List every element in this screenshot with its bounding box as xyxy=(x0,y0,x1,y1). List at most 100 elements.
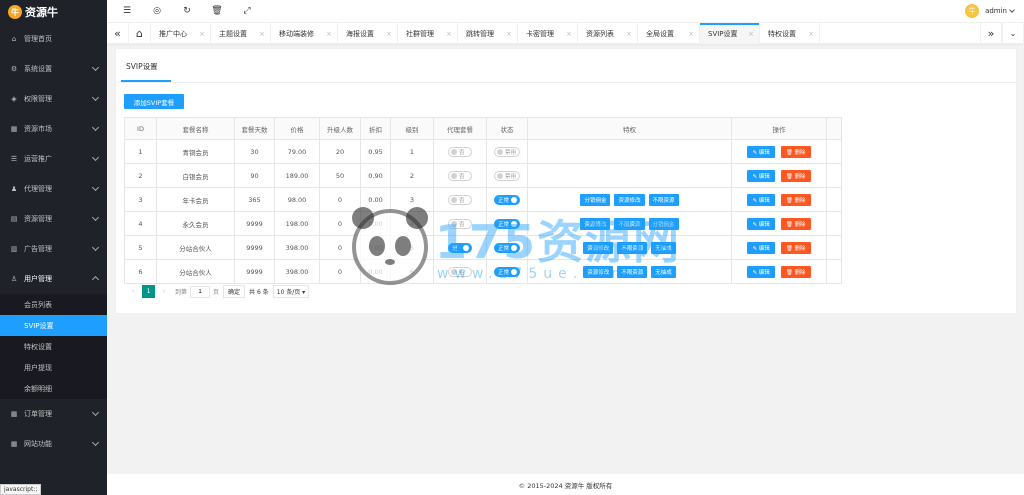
menu-toggle-icon[interactable]: ☰ xyxy=(121,5,133,17)
status-toggle[interactable]: 禁用 xyxy=(493,146,520,157)
sidebar-item-0[interactable]: ⌂ 管理首页 xyxy=(0,24,107,54)
next-page-icon[interactable]: › xyxy=(159,288,169,295)
tabs-scroll-left-icon[interactable]: « xyxy=(107,23,129,44)
status-toggle[interactable]: 正常 xyxy=(493,194,520,205)
tab-4[interactable]: 社群管理 × xyxy=(398,23,458,44)
tab-0[interactable]: 推广中心 × xyxy=(151,23,211,44)
agent-toggle[interactable]: 否 xyxy=(448,146,472,157)
page-title[interactable]: SVIP设置 xyxy=(126,61,158,72)
close-icon[interactable]: × xyxy=(566,30,572,38)
sidebar-item-5[interactable]: ♟ 代理管理 xyxy=(0,174,107,204)
username: admin xyxy=(985,7,1007,15)
edit-button[interactable]: ✎ 编辑 xyxy=(747,241,775,254)
agent-toggle[interactable]: 否 xyxy=(448,266,472,277)
submenu-item-0[interactable]: 会员列表 xyxy=(0,294,107,315)
delete-label: 删除 xyxy=(794,197,806,204)
delete-button[interactable]: 🗑 删除 xyxy=(780,145,811,158)
delete-button[interactable]: 🗑 删除 xyxy=(780,241,811,254)
privilege-badge: 无抽成 xyxy=(651,241,676,254)
agent-toggle[interactable]: 否 xyxy=(448,170,472,181)
close-icon[interactable]: × xyxy=(259,30,265,38)
tab-1[interactable]: 主题设置 × xyxy=(211,23,271,44)
sidebar-item-1[interactable]: ⚙ 系统设置 xyxy=(0,54,107,84)
tab-2[interactable]: 移动端装修 × xyxy=(271,23,338,44)
agent-toggle[interactable]: 是 xyxy=(448,242,472,253)
tab-6[interactable]: 卡密管理 × xyxy=(518,23,578,44)
sidebar-item-9[interactable]: ▦ 订单管理 xyxy=(0,399,107,429)
tab-5[interactable]: 跳转管理 × xyxy=(458,23,518,44)
status-toggle[interactable]: 正常 xyxy=(493,266,520,277)
tab-label: 移动端装修 xyxy=(279,29,314,38)
close-icon[interactable]: × xyxy=(626,30,632,38)
grid-icon: ▦ xyxy=(10,440,18,448)
page-size-select[interactable]: 10 条/页 ▾ xyxy=(272,285,310,298)
edit-button[interactable]: ✎ 编辑 xyxy=(747,145,775,158)
chevron-down-icon xyxy=(91,438,100,447)
add-svip-button[interactable]: 添加SVIP套餐 xyxy=(124,94,184,109)
agent-toggle[interactable]: 否 xyxy=(448,218,472,229)
trash-icon[interactable]: 🗑 xyxy=(211,5,223,17)
prev-page-icon[interactable]: ‹ xyxy=(128,288,138,295)
fullscreen-icon[interactable]: ⤢ xyxy=(241,5,253,17)
cell-agent: 否 xyxy=(433,187,487,212)
sidebar-item-6[interactable]: ▤ 资源管理 xyxy=(0,204,107,234)
close-icon[interactable]: × xyxy=(386,30,392,38)
close-icon[interactable]: × xyxy=(446,30,452,38)
cell-price: 79.00 xyxy=(274,139,320,164)
sidebar-item-4[interactable]: ☰ 运营推广 xyxy=(0,144,107,174)
cell-upgrades: 0 xyxy=(319,211,361,236)
close-icon[interactable]: × xyxy=(808,30,814,38)
agent-toggle[interactable]: 否 xyxy=(448,194,472,205)
tab-9[interactable]: SVIP设置 × xyxy=(700,23,760,44)
submenu-item-4[interactable]: 余额明细 xyxy=(0,378,107,399)
delete-button[interactable]: 🗑 删除 xyxy=(780,169,811,182)
status-toggle[interactable]: 正常 xyxy=(493,218,520,229)
home-tab-icon[interactable]: ⌂ xyxy=(129,23,151,44)
status-toggle[interactable]: 正常 xyxy=(493,242,520,253)
tab-3[interactable]: 海报设置 × xyxy=(338,23,398,44)
tab-8[interactable]: 全局设置 × xyxy=(638,23,700,44)
close-icon[interactable]: × xyxy=(326,30,332,38)
submenu-item-3[interactable]: 用户提现 xyxy=(0,357,107,378)
submenu-item-2[interactable]: 特权设置 xyxy=(0,336,107,357)
cell-status: 禁用 xyxy=(486,163,528,188)
current-page[interactable]: 1 xyxy=(142,285,155,298)
delete-button[interactable]: 🗑 删除 xyxy=(780,217,811,230)
edit-button[interactable]: ✎ 编辑 xyxy=(747,217,775,230)
edit-button[interactable]: ✎ 编辑 xyxy=(747,193,775,206)
tab-7[interactable]: 资源列表 × xyxy=(578,23,638,44)
delete-button[interactable]: 🗑 删除 xyxy=(780,193,811,206)
close-icon[interactable]: × xyxy=(748,30,754,38)
avatar: 牛 xyxy=(965,4,980,18)
user-menu[interactable]: 牛 admin xyxy=(965,4,1015,18)
delete-button[interactable]: 🗑 删除 xyxy=(780,265,811,278)
close-icon[interactable]: × xyxy=(506,30,512,38)
cell-id: 6 xyxy=(124,259,157,284)
sidebar-item-7[interactable]: ▥ 广告管理 xyxy=(0,234,107,264)
tabs-scroll-right-icon[interactable]: » xyxy=(980,23,1002,44)
close-icon[interactable]: × xyxy=(688,30,694,38)
tabs-menu-chevron-icon[interactable]: ⌄ xyxy=(1002,23,1024,44)
edit-button[interactable]: ✎ 编辑 xyxy=(747,169,775,182)
status-toggle[interactable]: 禁用 xyxy=(493,170,520,181)
sidebar-item-2[interactable]: ◈ 权限管理 xyxy=(0,84,107,114)
logo[interactable]: 牛 资源牛 xyxy=(0,0,107,24)
cell-level: 4 xyxy=(390,211,434,236)
sidebar-item-10[interactable]: ▦ 网站功能 xyxy=(0,429,107,459)
chevron-down-icon xyxy=(91,93,100,102)
tab-10[interactable]: 特权设置 × xyxy=(760,23,820,44)
refresh-icon[interactable]: ↻ xyxy=(181,5,193,17)
close-icon[interactable]: × xyxy=(199,30,205,38)
privilege-badge: 资源修改 xyxy=(583,241,614,254)
ad-icon: ▥ xyxy=(10,245,18,253)
privilege-badge: 资源修改 xyxy=(583,265,614,278)
cell-spacer xyxy=(826,259,842,284)
cell-status: 正常 xyxy=(486,259,528,284)
goto-confirm-button[interactable]: 确定 xyxy=(223,285,246,298)
goto-page-input[interactable] xyxy=(190,285,211,298)
globe-icon[interactable]: ◎ xyxy=(151,5,163,17)
edit-button[interactable]: ✎ 编辑 xyxy=(747,265,775,278)
sidebar-item-3[interactable]: ▦ 资源市场 xyxy=(0,114,107,144)
submenu-item-1[interactable]: SVIP设置 xyxy=(0,315,107,336)
sidebar-item-8[interactable]: ♙ 用户管理 xyxy=(0,264,107,294)
